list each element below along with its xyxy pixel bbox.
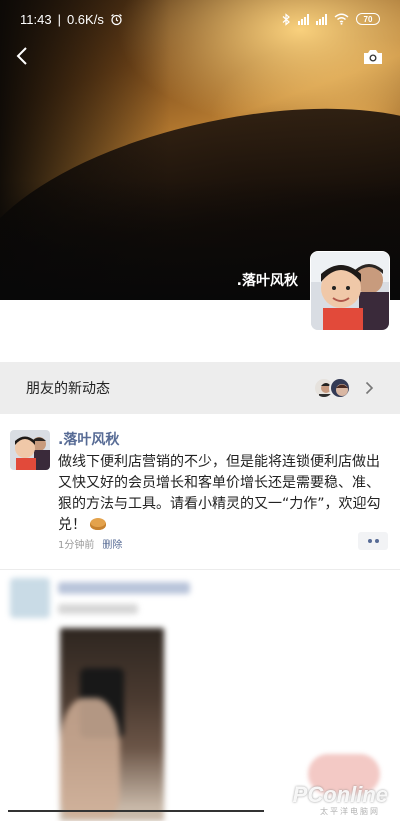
bluetooth-icon	[282, 12, 290, 26]
post-text: 做线下便利店营销的不少，但是能将连锁便利店做出又快又好的会员增长和客单价增长还是…	[58, 452, 388, 536]
friends-activity-avatars	[313, 377, 351, 399]
back-button[interactable]	[8, 42, 36, 70]
profile-name[interactable]: .落叶风秋	[237, 270, 298, 290]
blurred-image	[60, 628, 164, 821]
back-arrow-icon	[16, 47, 27, 65]
watermark-sub: 太平洋电脑网	[320, 807, 380, 816]
watermark-logo: PConline	[292, 782, 388, 807]
post-author-name[interactable]: .落叶风秋	[58, 429, 119, 449]
post-author-avatar[interactable]	[10, 430, 50, 470]
friend-avatar	[329, 377, 351, 399]
blurred-author	[58, 582, 190, 594]
avatar-photo	[311, 252, 389, 330]
status-network-speed: 0.6K/s	[66, 11, 104, 27]
dot-icon	[367, 539, 372, 543]
delete-link[interactable]: 删除	[102, 536, 122, 551]
status-time: 11:43	[20, 11, 52, 27]
cookie-emoji-icon	[90, 518, 107, 530]
post-text-content: 做线下便利店营销的不少，但是能将连锁便利店做出又快又好的会员增长和客单价增长还是…	[58, 454, 381, 533]
blurred-text	[58, 604, 138, 614]
camera-button[interactable]	[360, 44, 386, 70]
status-bar: 11:43 | 0.6K/s 70	[0, 0, 400, 38]
signal-icon	[298, 13, 309, 25]
profile-avatar[interactable]	[310, 251, 390, 331]
friends-activity-bar[interactable]: 朋友的新动态	[0, 362, 400, 414]
wifi-icon	[334, 13, 349, 25]
dot-icon	[374, 539, 379, 543]
blurred-hand	[60, 698, 120, 818]
friends-activity-label: 朋友的新动态	[26, 381, 110, 397]
home-indicator	[8, 810, 264, 812]
post-time: 1分钟前	[58, 540, 95, 551]
chevron-right-icon	[365, 381, 374, 395]
blurred-avatar	[10, 578, 50, 618]
signal-icon-2	[316, 13, 327, 25]
status-separator: |	[57, 11, 61, 27]
alarm-icon	[110, 13, 122, 25]
battery-icon: 70	[356, 13, 380, 25]
post-meta: 1分钟前 删除	[58, 536, 122, 551]
more-actions-button[interactable]	[358, 532, 388, 550]
camera-icon	[364, 50, 382, 64]
moment-post: .落叶风秋 做线下便利店营销的不少，但是能将连锁便利店做出又快又好的会员增长和客…	[0, 414, 400, 570]
